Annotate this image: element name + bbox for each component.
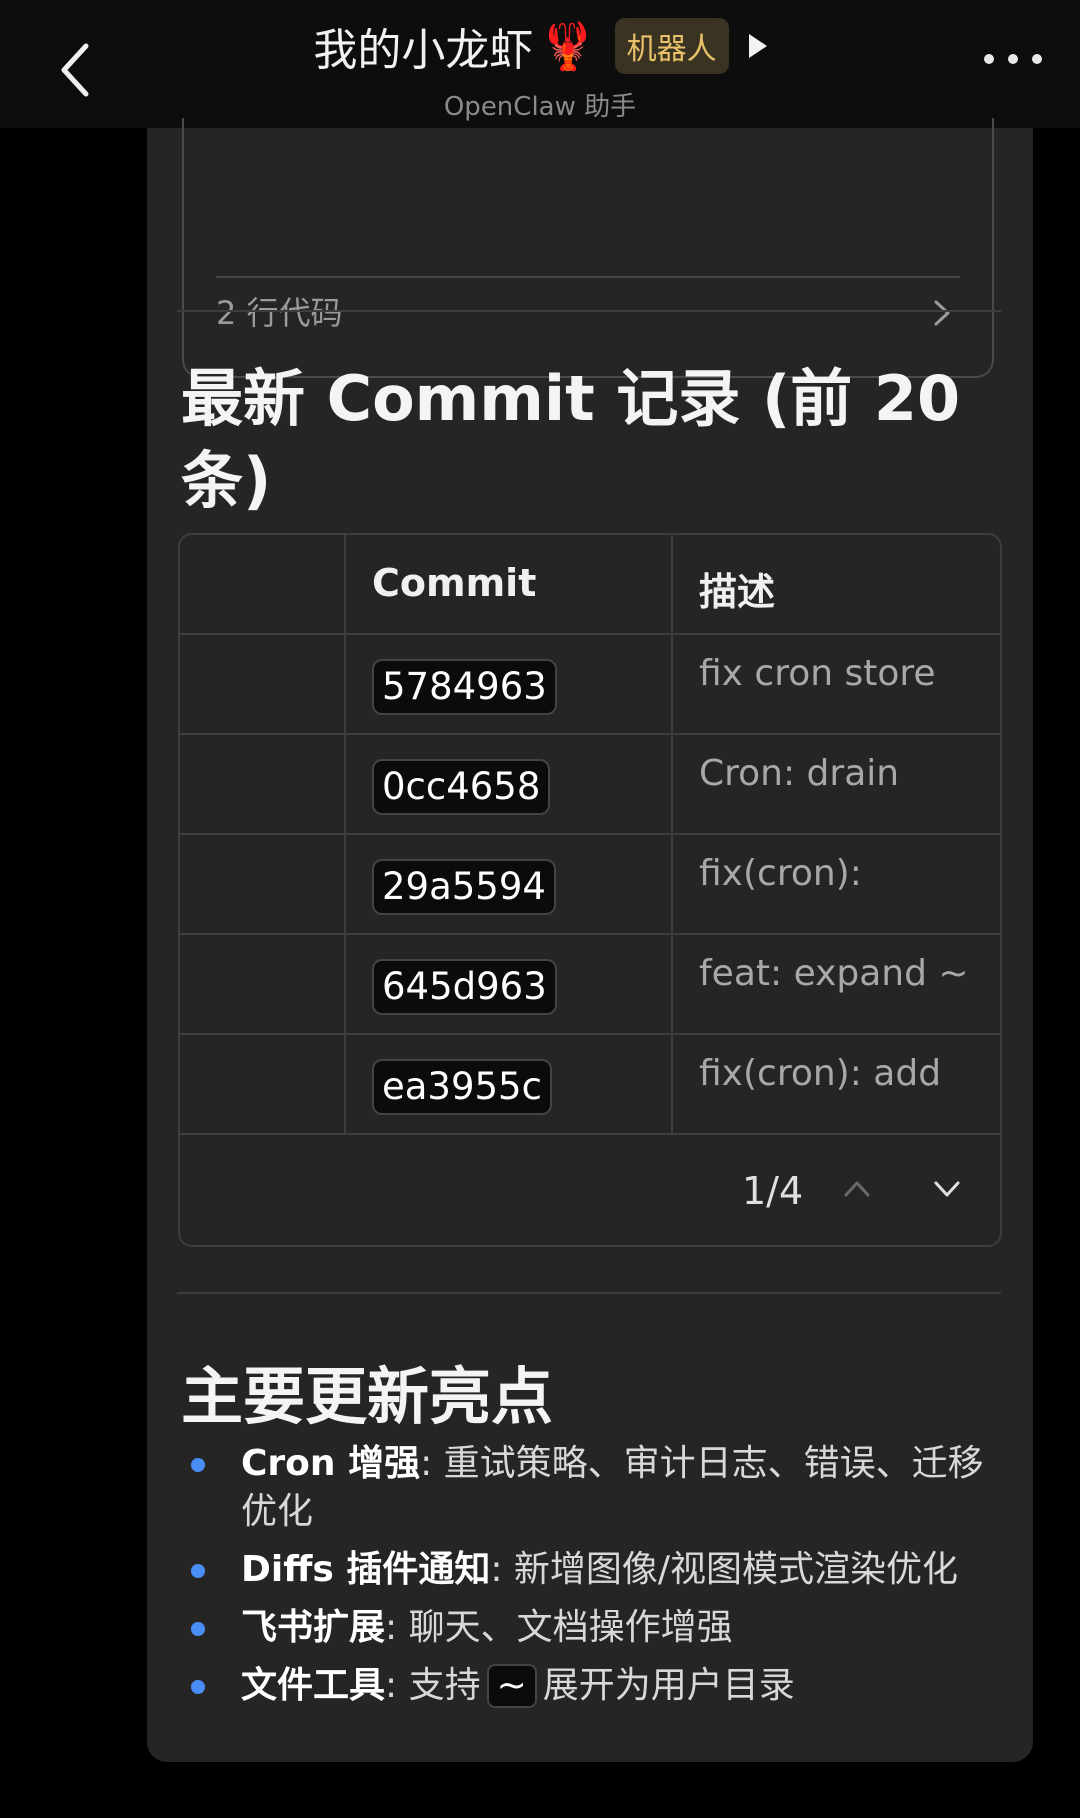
bullet-dot-icon [191, 1680, 205, 1694]
header-description: 描述 [699, 570, 776, 614]
commit-hash: 29a5594 [372, 859, 556, 915]
table-header-cell [180, 535, 346, 633]
lobster-emoji-icon: 🦞 [539, 20, 597, 72]
inline-code: ~ [486, 1664, 537, 1708]
bot-badge: 机器人 [614, 18, 729, 74]
highlights-heading: 主要更新亮点 [181, 1360, 554, 1433]
section-divider [177, 1292, 1001, 1294]
table-header-cell: Commit [346, 535, 673, 633]
table-row: 0cc4658 Cron: drain [180, 735, 1000, 835]
chevron-up-icon[interactable] [842, 1177, 872, 1201]
commit-hash: 5784963 [372, 659, 557, 715]
commit-hash: ea3955c [372, 1059, 552, 1115]
commit-description: fix(cron): add [699, 1053, 942, 1094]
table-header-row: Commit 描述 [180, 535, 1000, 635]
chevron-right-icon[interactable] [932, 298, 952, 328]
list-item: Diffs 插件通知: 新增图像/视图模式渲染优化 [181, 1546, 1001, 1594]
commit-table: Commit 描述 5784963 fix cron store 0cc4658… [178, 533, 1002, 1247]
page-indicator: 1/4 [742, 1169, 804, 1213]
list-item: 文件工具: 支持 ~ 展开为用户目录 [181, 1662, 1001, 1710]
more-options-icon[interactable] [984, 54, 1042, 64]
commit-description: fix(cron): [699, 853, 862, 894]
table-row: ea3955c fix(cron): add [180, 1035, 1000, 1135]
message-bubble: 2 行代码 最新 Commit 记录 (前 20 条) Commit 描述 57… [147, 118, 1033, 1762]
section-divider [177, 310, 1001, 312]
header-commit: Commit [372, 561, 537, 605]
highlights-list: Cron 增强: 重试策略、审计日志、错误、迁移优化 Diffs 插件通知: 新… [181, 1440, 1001, 1720]
top-bar: 我的小龙虾 🦞 机器人 OpenClaw 助手 [0, 0, 1080, 128]
chat-title: 我的小龙虾 [313, 25, 534, 76]
commit-description: feat: expand ~ [699, 953, 969, 994]
commit-hash: 645d963 [372, 959, 557, 1015]
bullet-dot-icon [191, 1564, 205, 1578]
play-icon[interactable] [748, 34, 767, 58]
bullet-dot-icon [191, 1458, 205, 1472]
table-row: 29a5594 fix(cron): [180, 835, 1000, 935]
table-row: 5784963 fix cron store [180, 635, 1000, 735]
code-block-card[interactable]: 2 行代码 [182, 118, 994, 378]
list-item: Cron 增强: 重试策略、审计日志、错误、迁移优化 [181, 1440, 1001, 1536]
commit-section-heading: 最新 Commit 记录 (前 20 条) [181, 362, 961, 517]
chevron-down-icon[interactable] [932, 1177, 962, 1201]
table-header-cell: 描述 [673, 535, 1000, 633]
table-row: 645d963 feat: expand ~ [180, 935, 1000, 1035]
bullet-dot-icon [191, 1622, 205, 1636]
chat-title-row[interactable]: 我的小龙虾 🦞 机器人 [0, 14, 1080, 78]
commit-description: Cron: drain [699, 753, 900, 794]
list-item: 飞书扩展: 聊天、文档操作增强 [181, 1604, 1001, 1652]
divider [216, 276, 960, 278]
commit-hash: 0cc4658 [372, 759, 551, 815]
chat-screen: 我的小龙虾 🦞 机器人 OpenClaw 助手 2 行代码 最新 Commit … [0, 0, 1080, 1818]
commit-description: fix cron store [699, 653, 936, 694]
table-pagination: 1/4 [180, 1135, 1000, 1245]
